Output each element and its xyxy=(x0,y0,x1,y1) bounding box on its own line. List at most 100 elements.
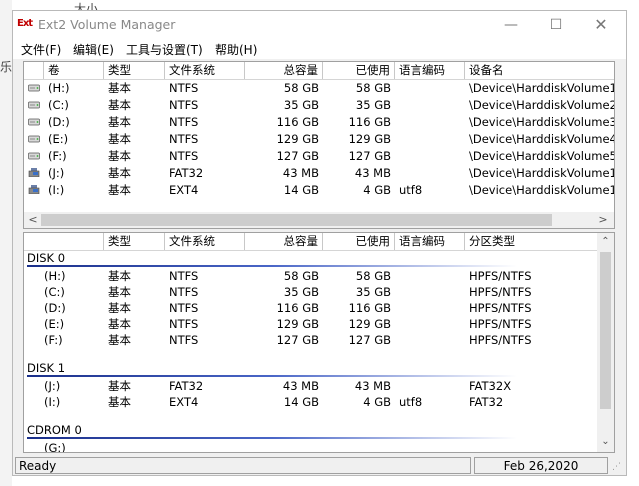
header-codepage[interactable]: 语言编码 xyxy=(395,233,465,250)
volume-type: 基本 xyxy=(108,132,131,146)
partition-type: 基本 xyxy=(108,379,131,393)
volume-codepage xyxy=(399,148,463,165)
partition-filesystem: NTFS xyxy=(169,333,199,347)
resize-grip-icon[interactable]: ⋰ xyxy=(612,462,622,472)
disk-separator xyxy=(27,265,517,267)
volume-type: 基本 xyxy=(108,183,131,197)
header-used[interactable]: 已使用 xyxy=(323,233,395,250)
header-spacer xyxy=(24,62,44,79)
volume-name: (C:) xyxy=(48,98,69,112)
header-filesystem[interactable]: 文件系统 xyxy=(165,233,245,250)
volume-name: (D:) xyxy=(48,115,70,129)
partition-volume: (D:) xyxy=(44,301,66,315)
partition-filesystem: NTFS xyxy=(169,285,199,299)
header-spacer xyxy=(24,233,104,250)
volume-type: 基本 xyxy=(108,115,131,129)
partition-row[interactable]: (C:) 基本 NTFS 35 GB 35 GB HPFS/NTFS xyxy=(24,284,614,301)
table-row[interactable]: (D:) 基本 NTFS 116 GB 116 GB \Device\HarddiskVo… xyxy=(24,114,614,131)
partition-row[interactable]: (G:) xyxy=(24,440,614,453)
volume-total: 127 GB xyxy=(276,149,319,163)
partition-type: 基本 xyxy=(108,269,131,283)
background-text-left: 乐 xyxy=(0,60,13,74)
horizontal-scroll-thumb[interactable] xyxy=(41,214,552,226)
header-total[interactable]: 总容量 xyxy=(245,62,323,79)
partition-row[interactable]: (E:) 基本 NTFS 129 GB 129 GB HPFS/NTFS xyxy=(24,316,614,333)
maximize-button[interactable]: ☐ xyxy=(536,14,576,36)
partition-volume: (I:) xyxy=(44,395,61,409)
menu-help[interactable]: 帮助(H) xyxy=(215,41,257,58)
partition-row[interactable]: (D:) 基本 NTFS 116 GB 116 GB HPFS/NTFS xyxy=(24,300,614,317)
scroll-up-icon[interactable]: ⌃ xyxy=(597,235,614,249)
main-window: Ext Ext2 Volume Manager — ☐ ✕ 文件(F) 编辑(E… xyxy=(12,10,627,476)
volume-name: (F:) xyxy=(48,149,67,163)
table-row[interactable]: (H:) 基本 NTFS 58 GB 58 GB \Device\HarddiskVolu… xyxy=(24,80,614,97)
partition-row[interactable]: (I:) 基本 EXT4 14 GB 4 GB utf8 FAT32 xyxy=(24,394,614,411)
app-icon: Ext xyxy=(17,18,33,29)
menu-edit[interactable]: 编辑(E) xyxy=(73,41,114,58)
scroll-left-icon[interactable]: < xyxy=(26,212,40,228)
volume-device: \Device\HarddiskVolume2 xyxy=(469,98,615,112)
minimize-button[interactable]: — xyxy=(491,14,531,36)
volume-type: 基本 xyxy=(108,149,131,163)
table-row[interactable]: (E:) 基本 NTFS 129 GB 129 GB \Device\HarddiskVo… xyxy=(24,131,614,148)
partition-row[interactable]: (H:) 基本 NTFS 58 GB 58 GB HPFS/NTFS xyxy=(24,268,614,285)
partition-used: 116 GB xyxy=(348,301,391,315)
partition-used: 58 GB xyxy=(355,269,391,283)
title-bar[interactable]: Ext Ext2 Volume Manager — ☐ ✕ xyxy=(13,11,626,39)
partition-type-name: HPFS/NTFS xyxy=(469,285,532,299)
scroll-down-icon[interactable]: ⌄ xyxy=(597,435,614,449)
usb-drive-icon xyxy=(28,168,40,177)
partition-filesystem xyxy=(169,440,244,452)
header-filesystem[interactable]: 文件系统 xyxy=(165,62,245,79)
table-row[interactable]: (F:) 基本 NTFS 127 GB 127 GB \Device\HarddiskVo… xyxy=(24,148,614,165)
table-row[interactable]: (J:) 基本 FAT32 43 MB 43 MB \Device\HarddiskVol… xyxy=(24,165,614,182)
menu-tools[interactable]: 工具与设置(T) xyxy=(126,41,203,58)
volume-list-header: 卷 类型 文件系统 总容量 已使用 语言编码 设备名 xyxy=(24,62,614,80)
partition-total: 35 GB xyxy=(283,285,319,299)
vertical-scroll-thumb[interactable] xyxy=(600,252,611,409)
partition-codepage xyxy=(399,300,463,317)
header-used[interactable]: 已使用 xyxy=(323,62,395,79)
header-type[interactable]: 类型 xyxy=(104,233,165,250)
disk-separator xyxy=(27,375,517,377)
partition-total xyxy=(245,440,319,452)
table-row[interactable]: (I:) 基本 EXT4 14 GB 4 GB utf8 \Device\HarddiskV… xyxy=(24,182,614,199)
volume-filesystem: EXT4 xyxy=(169,183,199,197)
volume-filesystem: NTFS xyxy=(169,98,199,112)
status-datetime: Feb 26,2020 07:25:15 xyxy=(474,457,608,474)
volume-filesystem: NTFS xyxy=(169,132,199,146)
volume-codepage xyxy=(399,131,463,148)
horizontal-scrollbar[interactable]: < > xyxy=(24,212,614,228)
hard-disk-icon xyxy=(28,135,40,143)
partition-used: 43 MB xyxy=(354,379,391,393)
header-total[interactable]: 总容量 xyxy=(245,233,323,250)
volume-used: 116 GB xyxy=(348,115,391,129)
header-volume[interactable]: 卷 xyxy=(44,62,104,79)
disk-list[interactable]: 类型 文件系统 总容量 已使用 语言编码 分区类型 DISK 0 (H:) 基本 NT… xyxy=(23,232,615,453)
partition-type-name: HPFS/NTFS xyxy=(469,333,532,347)
header-codepage[interactable]: 语言编码 xyxy=(395,62,465,79)
table-row[interactable]: (C:) 基本 NTFS 35 GB 35 GB \Device\HarddiskVolu… xyxy=(24,97,614,114)
partition-codepage xyxy=(399,284,463,301)
partition-type-name: HPFS/NTFS xyxy=(469,301,532,315)
partition-filesystem: FAT32 xyxy=(169,379,204,393)
volume-total: 129 GB xyxy=(276,132,319,146)
volume-list[interactable]: 卷 类型 文件系统 总容量 已使用 语言编码 设备名 (H:) 基本 NTFS 58 … xyxy=(23,61,615,229)
partition-volume: (C:) xyxy=(44,285,65,299)
partition-row[interactable]: (J:) 基本 FAT32 43 MB 43 MB FAT32X xyxy=(24,378,614,395)
partition-row[interactable]: (F:) 基本 NTFS 127 GB 127 GB HPFS/NTFS xyxy=(24,332,614,349)
disk-label: CDROM 0 xyxy=(27,423,82,437)
header-partition-type[interactable]: 分区类型 xyxy=(465,233,597,250)
partition-volume: (E:) xyxy=(44,317,65,331)
hard-disk-icon xyxy=(28,101,40,109)
close-button[interactable]: ✕ xyxy=(581,14,621,36)
menu-file[interactable]: 文件(F) xyxy=(21,41,61,58)
volume-type: 基本 xyxy=(108,166,131,180)
vertical-scrollbar[interactable]: ⌃ ⌄ xyxy=(597,233,614,452)
partition-used: 35 GB xyxy=(355,285,391,299)
partition-codepage xyxy=(399,378,463,395)
partition-volume: (G:) xyxy=(44,441,66,453)
header-type[interactable]: 类型 xyxy=(104,62,165,79)
scroll-right-icon[interactable]: > xyxy=(596,212,610,228)
header-device[interactable]: 设备名 xyxy=(465,62,613,79)
